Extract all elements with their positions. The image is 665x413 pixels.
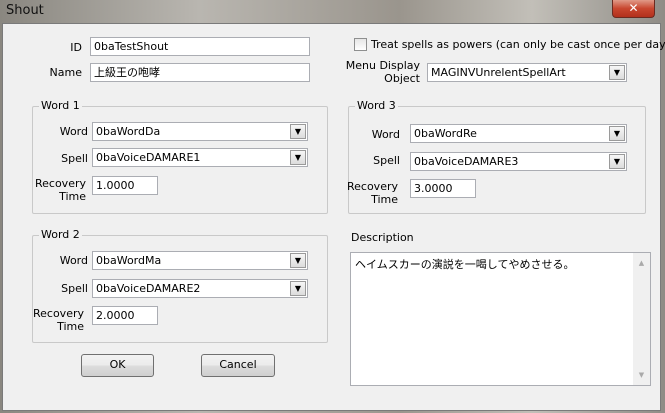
word3-recovery-input[interactable]: 3.0000 (410, 179, 476, 198)
word1-spell-value: 0baVoiceDAMARE1 (96, 151, 201, 164)
word2-recovery-label: Recovery Time (32, 307, 84, 333)
word1-word-combo[interactable]: 0baWordDa ▼ (92, 122, 308, 141)
word3-spell-combo[interactable]: 0baVoiceDAMARE3 ▼ (410, 152, 627, 171)
description-textarea[interactable]: ヘイムスカーの演説を一喝してやめさせる。 ▲ ▼ (350, 252, 651, 386)
chevron-down-icon[interactable]: ▼ (290, 124, 306, 139)
cancel-button[interactable]: Cancel (201, 354, 275, 377)
recovery-label-line2: Time (371, 193, 398, 206)
word1-recovery-input[interactable]: 1.0000 (92, 176, 158, 195)
word2-word-value: 0baWordMa (96, 254, 162, 267)
word3-spell-value: 0baVoiceDAMARE3 (414, 155, 519, 168)
word2-spell-combo[interactable]: 0baVoiceDAMARE2 ▼ (92, 279, 308, 298)
word3-word-combo[interactable]: 0baWordRe ▼ (410, 124, 627, 143)
close-icon: ✕ (628, 1, 639, 15)
word3-recovery-label: Recovery Time (346, 180, 398, 206)
recovery-label-line1: Recovery (346, 180, 398, 193)
menu-display-label-line2: Object (384, 72, 420, 85)
word1-word-label: Word (59, 125, 88, 138)
word2-word-label: Word (59, 254, 88, 267)
scroll-down-icon[interactable]: ▼ (633, 371, 650, 379)
word1-title: Word 1 (39, 99, 82, 112)
word1-recovery-label: Recovery Time (34, 177, 86, 203)
description-scrollbar[interactable]: ▲ ▼ (633, 253, 650, 385)
menu-display-label: Menu Display Object (330, 59, 420, 85)
ok-button[interactable]: OK (81, 354, 154, 377)
chevron-down-icon[interactable]: ▼ (609, 65, 625, 80)
word2-recovery-input[interactable]: 2.0000 (92, 306, 158, 325)
id-input[interactable]: 0baTestShout (90, 37, 310, 56)
description-text: ヘイムスカーの演説を一喝してやめさせる。 (355, 258, 575, 271)
chevron-down-icon[interactable]: ▼ (290, 253, 306, 268)
treat-powers-checkbox[interactable] (354, 38, 367, 51)
chevron-down-icon[interactable]: ▼ (290, 150, 306, 165)
menu-display-combo[interactable]: MAGINVUnrelentSpellArt ▼ (427, 63, 627, 82)
word3-word-label: Word (371, 128, 400, 141)
word3-spell-label: Spell (373, 154, 400, 167)
word2-spell-value: 0baVoiceDAMARE2 (96, 282, 201, 295)
window-title: Shout (6, 3, 44, 18)
recovery-label-line2: Time (57, 320, 84, 333)
chevron-down-icon[interactable]: ▼ (290, 281, 306, 296)
word3-word-value: 0baWordRe (414, 127, 477, 140)
treat-powers-label: Treat spells as powers (can only be cast… (371, 38, 665, 51)
description-label: Description (351, 231, 414, 244)
close-button[interactable]: ✕ (612, 0, 655, 18)
word1-spell-combo[interactable]: 0baVoiceDAMARE1 ▼ (92, 148, 308, 167)
word2-title: Word 2 (39, 228, 82, 241)
chevron-down-icon[interactable]: ▼ (609, 126, 625, 141)
word2-word-combo[interactable]: 0baWordMa ▼ (92, 251, 308, 270)
word1-word-value: 0baWordDa (96, 125, 161, 138)
recovery-label-line1: Recovery (32, 307, 84, 320)
name-input[interactable]: 上級王の咆哮 (90, 63, 310, 82)
menu-display-value: MAGINVUnrelentSpellArt (431, 66, 566, 79)
id-label: ID (70, 41, 82, 54)
recovery-label-line2: Time (59, 190, 86, 203)
word2-spell-label: Spell (61, 282, 88, 295)
word3-title: Word 3 (355, 99, 398, 112)
chevron-down-icon[interactable]: ▼ (609, 154, 625, 169)
recovery-label-line1: Recovery (34, 177, 86, 190)
scroll-up-icon[interactable]: ▲ (633, 259, 650, 267)
word1-spell-label: Spell (61, 152, 88, 165)
name-label: Name (49, 66, 82, 79)
menu-display-label-line1: Menu Display (345, 59, 420, 72)
